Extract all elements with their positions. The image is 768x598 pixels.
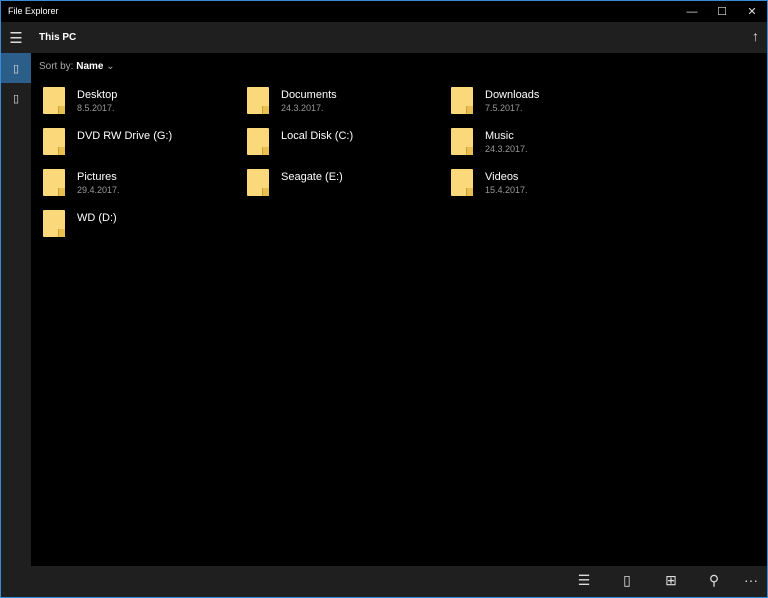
item-name: DVD RW Drive (G:) <box>77 130 173 142</box>
device-icon: ▯ <box>12 62 20 75</box>
folder-item[interactable]: Seagate (E:) <box>247 169 451 210</box>
item-date: 29.4.2017. <box>77 185 120 195</box>
folder-item[interactable]: Documents 24.3.2017. <box>247 87 451 128</box>
folder-icon <box>43 87 65 114</box>
close-button[interactable]: ✕ <box>737 1 767 22</box>
file-grid: Desktop 8.5.2017. Documents 24.3.2017. Downl… <box>43 87 655 251</box>
item-name: Videos <box>485 171 519 183</box>
item-date: 15.4.2017. <box>485 185 528 195</box>
sidebar: ▯ ▯ <box>1 53 31 597</box>
folder-icon <box>43 169 65 196</box>
view-grid-icon[interactable]: ⊞ <box>661 572 681 589</box>
item-name: Music <box>485 130 514 142</box>
folder-icon <box>43 210 65 237</box>
folder-item[interactable]: DVD RW Drive (G:) <box>43 128 247 169</box>
select-icon[interactable]: ☰ <box>574 572 594 589</box>
item-name: Local Disk (C:) <box>281 130 354 142</box>
folder-icon <box>451 128 473 155</box>
item-date: 7.5.2017. <box>485 103 523 113</box>
folder-item[interactable]: Local Disk (C:) <box>247 128 451 169</box>
folder-item[interactable]: Music 24.3.2017. <box>451 128 655 169</box>
sort-dropdown[interactable]: Sort by: Name ⌄ <box>39 61 115 72</box>
folder-icon <box>247 169 269 196</box>
folder-icon <box>451 169 473 196</box>
window-title: File Explorer <box>8 6 59 16</box>
folder-item[interactable]: Videos 15.4.2017. <box>451 169 655 210</box>
folder-item[interactable]: Pictures 29.4.2017. <box>43 169 247 210</box>
minimize-button[interactable]: — <box>677 1 707 22</box>
folder-item[interactable]: Desktop 8.5.2017. <box>43 87 247 128</box>
chevron-down-icon: ⌄ <box>106 61 115 72</box>
item-name: Downloads <box>485 89 540 101</box>
folder-item[interactable]: WD (D:) <box>43 210 247 251</box>
page-title: This PC <box>39 32 77 43</box>
item-date: 24.3.2017. <box>485 144 528 154</box>
folder-icon <box>451 87 473 114</box>
hamburger-menu-icon[interactable]: ☰ <box>1 22 31 53</box>
folder-icon <box>247 87 269 114</box>
sidebar-item-this-pc[interactable]: ▯ <box>1 53 31 83</box>
header-bar: ☰ This PC ↑ <box>1 22 767 53</box>
more-icon[interactable]: ··· <box>741 572 761 588</box>
title-bar: File Explorer — ☐ ✕ <box>1 1 767 22</box>
bottom-toolbar: ☰ ▯ ⊞ ⚲ ··· <box>31 566 767 597</box>
sort-value: Name <box>76 61 104 72</box>
item-date: 24.3.2017. <box>281 103 324 113</box>
item-name: Desktop <box>77 89 118 101</box>
maximize-button[interactable]: ☐ <box>707 1 737 22</box>
sidebar-item-removable[interactable]: ▯ <box>1 83 31 113</box>
sort-label: Sort by: <box>39 61 74 72</box>
folder-icon <box>247 128 269 155</box>
search-icon[interactable]: ⚲ <box>704 572 724 589</box>
folder-icon <box>43 128 65 155</box>
item-name: Pictures <box>77 171 117 183</box>
item-date: 8.5.2017. <box>77 103 115 113</box>
up-arrow-icon[interactable]: ↑ <box>752 28 759 44</box>
item-name: Seagate (E:) <box>281 171 343 183</box>
item-name: Documents <box>281 89 337 101</box>
usb-drive-icon: ▯ <box>12 92 20 105</box>
new-item-icon[interactable]: ▯ <box>617 572 637 589</box>
folder-item[interactable]: Downloads 7.5.2017. <box>451 87 655 128</box>
item-name: WD (D:) <box>77 212 117 224</box>
